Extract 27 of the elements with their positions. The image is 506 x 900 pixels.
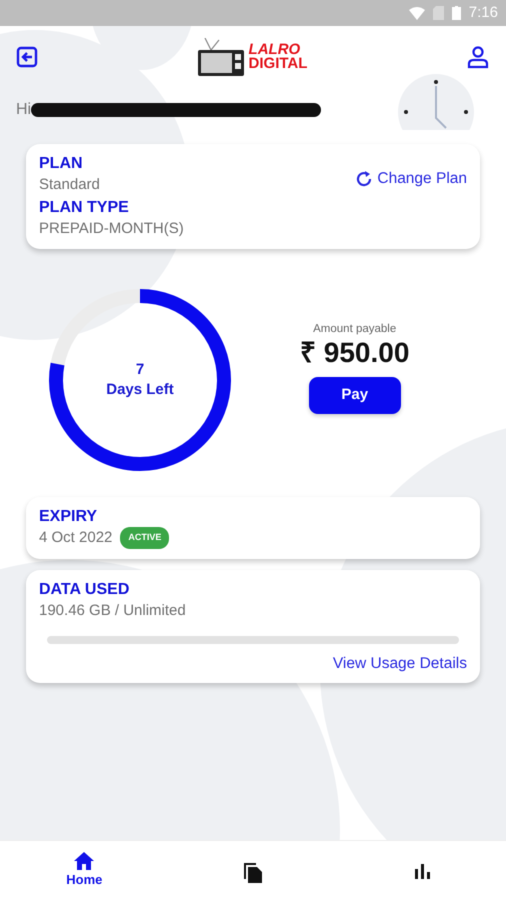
wifi-icon bbox=[408, 6, 425, 20]
plan-value: Standard bbox=[39, 174, 100, 194]
expiry-date: 4 Oct 2022 bbox=[39, 528, 112, 548]
home-icon bbox=[74, 852, 94, 870]
status-time: 7:16 bbox=[468, 2, 498, 23]
profile-icon[interactable] bbox=[466, 45, 490, 69]
pay-button[interactable]: Pay bbox=[308, 377, 401, 414]
no-sim-icon bbox=[432, 6, 444, 20]
data-usage-value: 190.46 GB / Unlimited bbox=[39, 600, 187, 620]
days-caption: Days Left bbox=[106, 380, 174, 400]
logout-icon[interactable] bbox=[16, 46, 38, 68]
nav-tab[interactable]: Home bbox=[44, 852, 124, 890]
stats-icon bbox=[414, 862, 430, 878]
amount-value: ₹ 950.00 bbox=[300, 338, 410, 370]
plan-type-value: PREPAID-MONTH(S) bbox=[39, 219, 185, 239]
days-number: 7 bbox=[136, 360, 144, 380]
plan-type-label: PLAN TYPE bbox=[39, 198, 130, 218]
status-badge: ACTIVE bbox=[120, 527, 170, 549]
data-used-label: DATA USED bbox=[39, 580, 130, 600]
view-usage-link[interactable]: View Usage Details bbox=[332, 652, 467, 676]
refresh-icon bbox=[355, 170, 374, 188]
battery-icon bbox=[452, 6, 461, 20]
change-plan-link[interactable]: Change Plan bbox=[355, 167, 467, 190]
greeting-text: Hi bbox=[16, 100, 32, 120]
expiry-label: EXPIRY bbox=[39, 506, 98, 527]
plan-label: PLAN bbox=[39, 154, 84, 174]
amount-label: Amount payable bbox=[313, 322, 396, 338]
